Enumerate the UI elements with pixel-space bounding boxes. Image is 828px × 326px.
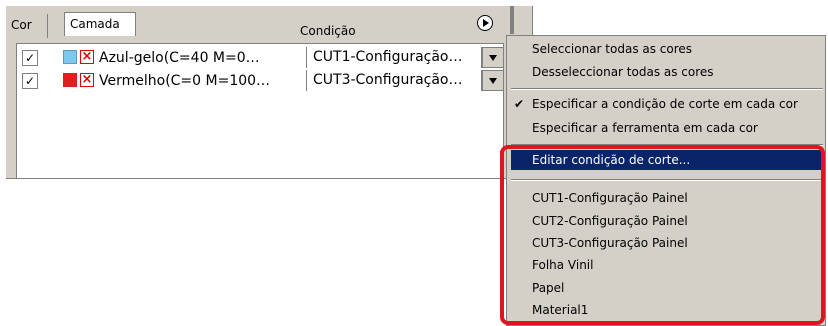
dropdown-arrow-icon[interactable] [482, 70, 504, 91]
list-item[interactable]: ✓ × Azul-gelo(C=40 M=0… CUT1-Configuraçã… [17, 47, 504, 69]
list-item[interactable]: ✓ × Vermelho(C=0 M=100… CUT3-Configuraçã… [17, 70, 504, 92]
color-swatch [63, 73, 77, 87]
row-checkbox[interactable]: ✓ [22, 73, 38, 89]
x-icon[interactable]: × [80, 50, 94, 64]
tab-camada[interactable]: Camada [64, 12, 136, 36]
panel-menu-arrow-icon[interactable] [477, 15, 493, 31]
menu-separator [511, 88, 823, 90]
dropdown-arrow-icon[interactable] [482, 47, 504, 68]
menu-item-specify-tool[interactable]: Especificar a ferramenta em cada cor [532, 121, 758, 135]
color-name: Azul-gelo(C=40 M=0… [99, 50, 260, 66]
panel-splitter[interactable] [510, 6, 514, 34]
condition-column-header: Condição [300, 24, 356, 38]
menu-item-select-all[interactable]: Seleccionar todas as cores [532, 42, 692, 56]
color-name: Vermelho(C=0 M=100… [99, 73, 271, 89]
condition-select[interactable]: CUT3-Configuração… [306, 70, 482, 91]
row-checkbox[interactable]: ✓ [22, 50, 38, 66]
color-swatch [63, 50, 77, 64]
x-icon[interactable]: × [80, 73, 94, 87]
menu-item-specify-condition[interactable]: Especificar a condição de corte em cada … [532, 97, 798, 111]
tab-cor[interactable]: Cor [6, 14, 48, 38]
check-icon: ✔ [514, 97, 525, 111]
annotation-highlight-box [500, 145, 825, 325]
menu-item-deselect-all[interactable]: Desseleccionar todas as cores [532, 65, 714, 79]
condition-select[interactable]: CUT1-Configuração… [306, 47, 482, 68]
color-list: ✓ × Azul-gelo(C=40 M=0… CUT1-Configuraçã… [16, 43, 504, 179]
